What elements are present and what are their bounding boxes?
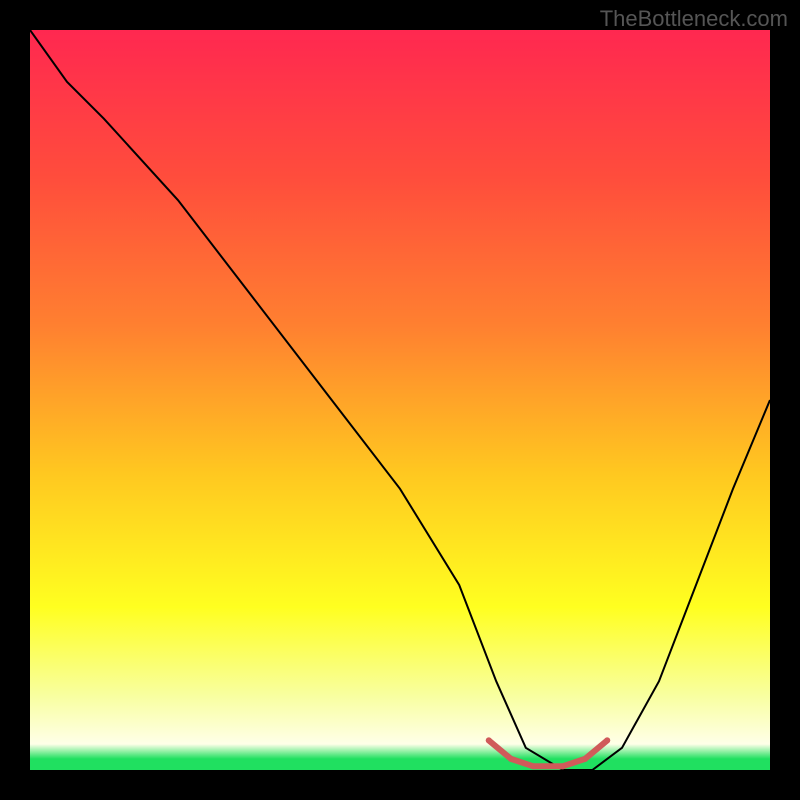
target-dot <box>582 756 588 762</box>
target-dot <box>530 763 536 769</box>
target-dot <box>486 737 492 743</box>
watermark-text: TheBottleneck.com <box>600 6 788 32</box>
bottleneck-chart <box>30 30 770 770</box>
target-dot <box>560 763 566 769</box>
gradient-background <box>30 30 770 770</box>
chart-svg <box>30 30 770 770</box>
target-dot <box>604 737 610 743</box>
target-dot <box>508 756 514 762</box>
